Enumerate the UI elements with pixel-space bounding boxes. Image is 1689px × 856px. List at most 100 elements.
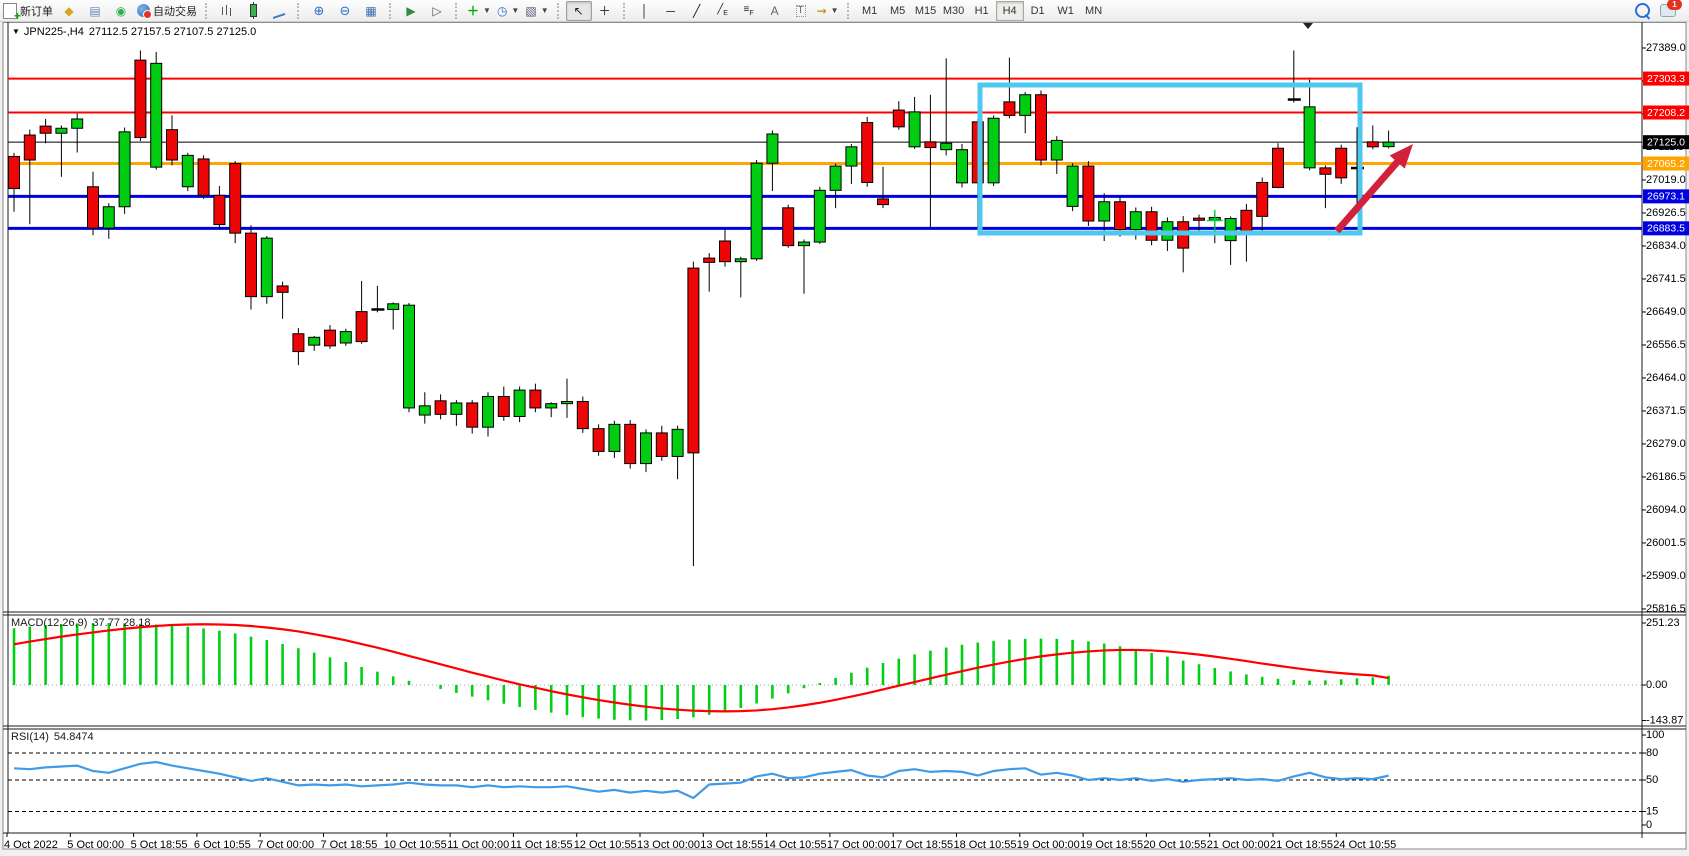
macd-name: MACD(12,26,9) (11, 617, 87, 629)
auto-scroll-icon: ▶ (406, 5, 415, 17)
periods-button[interactable]: ◷▼ (494, 1, 522, 21)
cursor-button[interactable]: ↖ (566, 1, 592, 21)
timeframe-H1[interactable]: H1 (968, 1, 996, 21)
line-chart-button[interactable] (266, 1, 292, 21)
text-label-button[interactable]: T (788, 1, 814, 21)
text-button[interactable]: A (762, 1, 788, 21)
svg-text:100: 100 (1646, 729, 1664, 741)
auto-scroll-button[interactable]: ▶ (398, 1, 424, 21)
bar-chart-icon (222, 5, 233, 17)
chart-title: ▼JPN225-,H427112.5 27157.5 27107.5 27125… (12, 26, 256, 38)
text-icon: A (771, 5, 779, 17)
add-indicator-button[interactable]: ＋▼ (464, 1, 494, 21)
macd-values: 37.77 28.18 (92, 617, 150, 629)
market-watch-icon: ▤ (89, 5, 100, 17)
horizontal-line-button[interactable]: ─ (658, 1, 684, 21)
search-icon (1635, 3, 1650, 18)
timeframe-MN[interactable]: MN (1080, 1, 1108, 21)
svg-text:14 Oct 10:55: 14 Oct 10:55 (764, 839, 827, 851)
chat-button[interactable]: 1 (1655, 1, 1681, 21)
svg-text:26649.0: 26649.0 (1646, 306, 1686, 318)
svg-text:17 Oct 18:55: 17 Oct 18:55 (890, 839, 953, 851)
tile-windows-button[interactable]: ▦ (358, 1, 384, 21)
timeframe-H4[interactable]: H4 (996, 1, 1024, 21)
horizontal-line-icon: ─ (666, 5, 675, 17)
svg-text:26834.0: 26834.0 (1646, 240, 1686, 252)
zoom-in-button[interactable]: ⊕ (306, 1, 332, 21)
crosshair-button[interactable]: ＋ (592, 1, 618, 21)
mt4-window: 新订单 ◆ ▤ ◉ 自动交易 ⊕ ⊖ ▦ ▶ ▷ ＋▼ ◷▼ ▧▼ ↖ ＋ │ … (0, 0, 1689, 856)
toolbar-separator (455, 3, 461, 19)
zoom-out-icon: ⊖ (340, 4, 351, 17)
channel-button[interactable]: ╱E (710, 1, 736, 21)
chart-template-icon: ▧ (525, 5, 536, 17)
candle-chart-icon (250, 4, 257, 17)
svg-text:20 Oct 10:55: 20 Oct 10:55 (1143, 839, 1206, 851)
svg-text:26094.0: 26094.0 (1646, 504, 1686, 516)
svg-text:26001.5: 26001.5 (1646, 537, 1686, 549)
chart-shift-button[interactable]: ▷ (424, 1, 450, 21)
svg-text:26186.5: 26186.5 (1646, 471, 1686, 483)
chart-shift-icon: ▷ (432, 5, 441, 17)
svg-text:27019.0: 27019.0 (1646, 174, 1686, 186)
svg-text:19 Oct 00:00: 19 Oct 00:00 (1017, 839, 1080, 851)
svg-text:26741.5: 26741.5 (1646, 273, 1686, 285)
zoom-out-button[interactable]: ⊖ (332, 1, 358, 21)
caret-down-icon: ▼ (511, 6, 519, 15)
symbol-period-label: JPN225-,H4 (24, 26, 84, 38)
candle-chart-button[interactable] (240, 1, 266, 21)
search-button[interactable] (1629, 1, 1655, 21)
timeframe-M5[interactable]: M5 (884, 1, 912, 21)
bar-chart-button[interactable] (214, 1, 240, 21)
crosshair-icon: ＋ (599, 5, 611, 17)
zoom-in-icon: ⊕ (314, 4, 325, 17)
arrows-button[interactable]: ⇝▼ (814, 1, 842, 21)
new-order-button[interactable]: 新订单 (0, 1, 56, 21)
fibonacci-icon: ≡F (744, 5, 754, 17)
toolbar-separator (623, 3, 629, 19)
timeframe-M15[interactable]: M15 (912, 1, 940, 21)
svg-text:27389.0: 27389.0 (1646, 42, 1686, 54)
trendline-button[interactable]: ╱ (684, 1, 710, 21)
svg-text:26556.5: 26556.5 (1646, 339, 1686, 351)
svg-text:26926.5: 26926.5 (1646, 207, 1686, 219)
svg-text:21 Oct 18:55: 21 Oct 18:55 (1270, 839, 1333, 851)
template-button[interactable]: ▧▼ (522, 1, 551, 21)
arrow-objects-icon: ⇝ (817, 5, 827, 17)
toolbar-separator (205, 3, 211, 19)
svg-text:17 Oct 00:00: 17 Oct 00:00 (827, 839, 890, 851)
svg-text:5 Oct 18:55: 5 Oct 18:55 (131, 839, 188, 851)
svg-text:26883.5: 26883.5 (1647, 223, 1685, 235)
rsi-indicator-label: RSI(14)54.8474 (11, 731, 94, 743)
svg-text:-143.87: -143.87 (1646, 714, 1683, 726)
vertical-line-button[interactable]: │ (632, 1, 658, 21)
vertical-line-icon: │ (641, 5, 649, 17)
market-watch-button[interactable]: ▤ (82, 1, 108, 21)
cursor-icon: ↖ (574, 5, 584, 17)
svg-text:27065.2: 27065.2 (1647, 158, 1685, 170)
svg-text:26371.5: 26371.5 (1646, 405, 1686, 417)
svg-text:6 Oct 10:55: 6 Oct 10:55 (194, 839, 251, 851)
macd-indicator-label: MACD(12,26,9) 37.77 28.18 (11, 617, 151, 629)
svg-text:25816.5: 25816.5 (1646, 603, 1686, 615)
svg-text:80: 80 (1646, 747, 1658, 759)
timeframe-D1[interactable]: D1 (1024, 1, 1052, 21)
toolbar-separator (297, 3, 303, 19)
timeframe-M1[interactable]: M1 (856, 1, 884, 21)
timeframe-M30[interactable]: M30 (940, 1, 968, 21)
svg-text:19 Oct 18:55: 19 Oct 18:55 (1080, 839, 1143, 851)
symbol-dropdown-icon[interactable]: ▼ (12, 27, 20, 36)
timeframe-W1[interactable]: W1 (1052, 1, 1080, 21)
fibonacci-button[interactable]: ≡F (736, 1, 762, 21)
templates-icon: ◆ (64, 5, 73, 17)
signals-button[interactable]: ◉ (108, 1, 134, 21)
text-label-icon: T (796, 5, 806, 17)
autotrading-button[interactable]: 自动交易 (134, 1, 200, 21)
svg-text:27208.2: 27208.2 (1647, 107, 1685, 119)
svg-text:11 Oct 18:55: 11 Oct 18:55 (510, 839, 572, 851)
caret-down-icon: ▼ (541, 6, 549, 15)
tile-windows-icon: ▦ (365, 5, 376, 17)
chart-canvas[interactable]: 27389.027296.527204.027111.527019.026926… (0, 21, 1689, 856)
templates-button[interactable]: ◆ (56, 1, 82, 21)
new-order-icon (3, 3, 17, 19)
